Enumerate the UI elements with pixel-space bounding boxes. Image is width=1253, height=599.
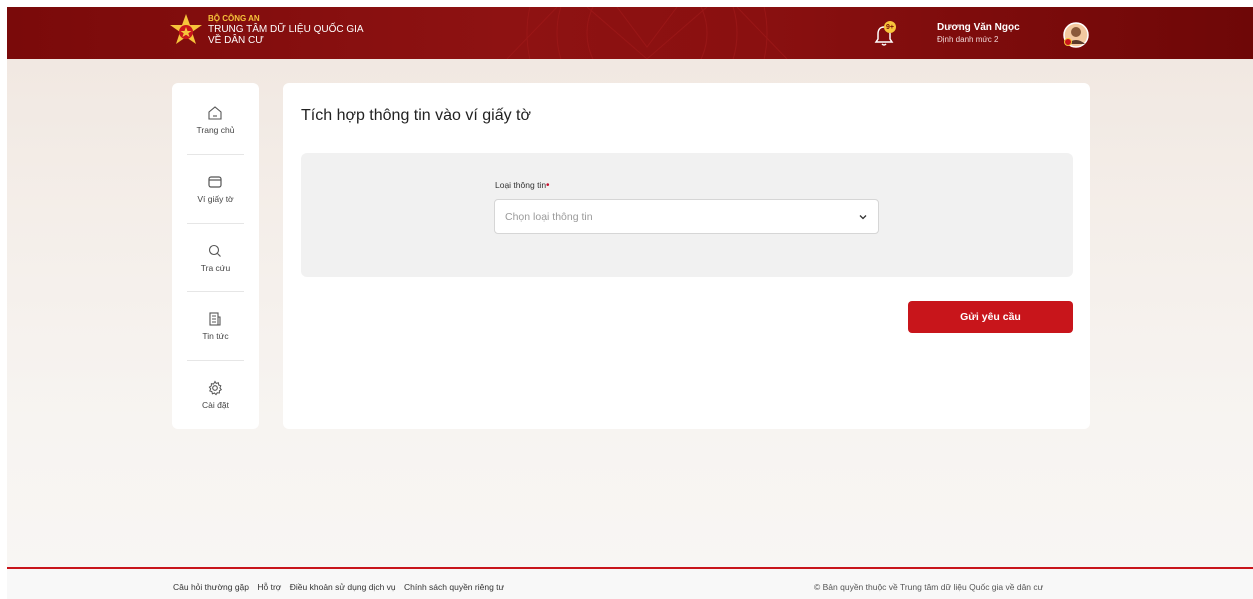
brand-title[interactable]: BỘ CÔNG AN TRUNG TÂM DỮ LIỆU QUỐC GIA VỀ… [208, 13, 364, 46]
brand-line-1: TRUNG TÂM DỮ LIỆU QUỐC GIA [208, 24, 364, 35]
settings-icon [208, 380, 223, 396]
footer-link-privacy[interactable]: Chính sách quyền riêng tư [404, 582, 504, 592]
sidebar-item-wallet[interactable]: Ví giấy tờ [172, 152, 259, 220]
home-icon [208, 106, 222, 120]
required-marker: • [546, 180, 550, 191]
footer: Câu hỏi thường gặp Hỗ trợ Điều khoản sử … [7, 567, 1253, 599]
ministry-emblem-icon [170, 14, 202, 44]
brand-line-2: VỀ DÂN CƯ [208, 35, 264, 46]
main-card: Tích hợp thông tin vào ví giấy tờ Loại t… [283, 83, 1090, 429]
select-placeholder: Chọn loại thông tin [505, 211, 593, 223]
sidebar-item-label: Tin tức [202, 331, 229, 341]
sidebar: Trang chủ Ví giấy tờ Tra cứu Tin tức Cài… [172, 83, 259, 429]
sidebar-item-home[interactable]: Trang chủ [172, 83, 259, 151]
footer-copyright: © Bản quyền thuộc về Trung tâm dữ liệu Q… [814, 582, 1044, 592]
info-type-select[interactable]: Chọn loại thông tin [494, 199, 879, 234]
sidebar-item-label: Ví giấy tờ [197, 194, 234, 204]
form-panel: Loại thông tin• Chọn loại thông tin [301, 153, 1073, 277]
footer-links: Câu hỏi thường gặp Hỗ trợ Điều khoản sử … [173, 582, 510, 592]
header-pattern [506, 7, 788, 59]
sidebar-item-label: Cài đặt [202, 400, 229, 410]
submit-request-button[interactable]: Gửi yêu cầu [908, 301, 1073, 333]
sidebar-item-settings[interactable]: Cài đặt [172, 358, 259, 426]
notification-badge: 9+ [884, 21, 896, 33]
app-frame: BỘ CÔNG AN TRUNG TÂM DỮ LIỆU QUỐC GIA VỀ… [7, 7, 1253, 599]
user-info[interactable]: Dương Văn Ngọc Định danh mức 2 [937, 22, 1020, 46]
sidebar-item-search[interactable]: Tra cứu [172, 221, 259, 289]
news-icon [209, 312, 221, 326]
chevron-down-icon [859, 215, 867, 220]
sidebar-item-label: Tra cứu [200, 263, 231, 273]
field-label: Loại thông tin• [495, 180, 550, 191]
footer-link-support[interactable]: Hỗ trợ [257, 582, 281, 592]
notification-button[interactable]: 9+ [872, 21, 898, 47]
sidebar-item-news[interactable]: Tin tức [172, 289, 259, 357]
wallet-icon [208, 176, 222, 188]
search-icon [208, 244, 221, 257]
page-title: Tích hợp thông tin vào ví giấy tờ [301, 107, 531, 124]
footer-link-terms[interactable]: Điều khoản sử dụng dịch vụ [290, 582, 396, 592]
user-level: Định danh mức 2 [937, 35, 999, 44]
top-header: BỘ CÔNG AN TRUNG TÂM DỮ LIỆU QUỐC GIA VỀ… [7, 7, 1253, 59]
sidebar-item-label: Trang chủ [196, 125, 235, 135]
brand-org-top: BỘ CÔNG AN [208, 14, 260, 23]
avatar[interactable] [1063, 22, 1089, 48]
footer-link-faq[interactable]: Câu hỏi thường gặp [173, 582, 249, 592]
field-label-text: Loại thông tin [495, 180, 547, 190]
user-name: Dương Văn Ngọc [937, 22, 1020, 33]
